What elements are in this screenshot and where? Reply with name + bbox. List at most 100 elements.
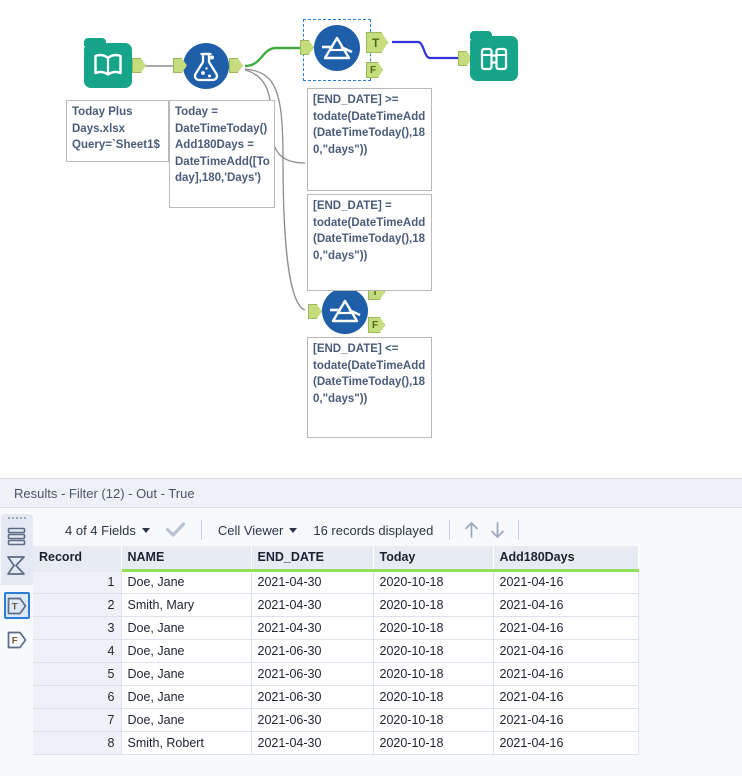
cell-value[interactable]: 2020-10-18: [373, 731, 494, 755]
apply-fields-button[interactable]: [158, 522, 193, 538]
scroll-up-button[interactable]: [458, 518, 484, 542]
filter-1-true-anchor[interactable]: T: [366, 32, 388, 53]
filter-tool-2[interactable]: T F: [308, 284, 385, 334]
cell-value[interactable]: 2020-10-18: [373, 708, 494, 732]
filter-1-false-anchor[interactable]: F: [366, 62, 383, 78]
grid-view-icon[interactable]: [4, 523, 30, 550]
cell-value[interactable]: 2021-04-16: [493, 593, 639, 617]
cell-value[interactable]: 2021-06-30: [251, 708, 374, 732]
cell-record[interactable]: 7: [33, 708, 122, 732]
scroll-down-button[interactable]: [484, 518, 510, 542]
cell-record[interactable]: 8: [33, 731, 122, 755]
column-header-record[interactable]: Record: [33, 546, 122, 572]
filter-tool-1[interactable]: T F: [300, 25, 388, 78]
cell-record[interactable]: 1: [33, 570, 122, 594]
cell-value[interactable]: 2021-04-16: [493, 570, 639, 594]
records-label: 16 records displayed: [313, 522, 434, 538]
cell-value[interactable]: 2021-06-30: [251, 662, 374, 686]
cell-value[interactable]: 2021-06-30: [251, 639, 374, 663]
cell-value[interactable]: 2020-10-18: [373, 570, 494, 594]
results-title-bar: Results - Filter (12) - Out - True: [0, 478, 742, 508]
results-grid-area: 4 of 4 Fields Cell Viewer 16 records dis…: [33, 508, 742, 776]
formula-icon: [183, 43, 229, 89]
cell-viewer-selector[interactable]: Cell Viewer: [210, 523, 306, 538]
filter-2-annotation: [END_DATE] = todate(DateTimeAdd(DateTime…: [307, 194, 432, 291]
cell-value[interactable]: 2020-10-18: [373, 662, 494, 686]
cell-value[interactable]: 2020-10-18: [373, 685, 494, 709]
cell-value[interactable]: 2021-04-16: [493, 685, 639, 709]
table-row[interactable]: 4 Doe, Jane 2021-06-30 2020-10-18 2021-04-16: [33, 639, 639, 663]
fields-selector[interactable]: 4 of 4 Fields: [57, 523, 158, 538]
cell-value[interactable]: 2021-04-30: [251, 593, 374, 617]
toolbar-divider: [449, 520, 451, 540]
filter-1-icon: [314, 25, 360, 71]
cell-value[interactable]: Doe, Jane: [121, 570, 252, 594]
column-header-name[interactable]: NAME: [121, 546, 252, 572]
table-row[interactable]: 8 Smith, Robert 2021-04-30 2020-10-18 2021-0…: [33, 731, 639, 755]
table-header-row: Record NAME END_DATE Today Add180Days: [33, 546, 639, 572]
true-output-anchor-button[interactable]: T: [3, 592, 30, 619]
svg-text:T: T: [11, 601, 17, 612]
cell-value[interactable]: 2020-10-18: [373, 616, 494, 640]
cell-value[interactable]: 2021-04-30: [251, 731, 374, 755]
cell-viewer-label: Cell Viewer: [217, 522, 284, 538]
arrow-down-icon: [490, 522, 504, 538]
cell-value[interactable]: Doe, Jane: [121, 639, 252, 663]
cell-value[interactable]: Smith, Robert: [121, 731, 252, 755]
cell-value[interactable]: 2021-04-16: [493, 662, 639, 686]
cell-value[interactable]: 2021-04-30: [251, 616, 374, 640]
input-anchor-icon[interactable]: [4, 552, 30, 579]
filter-2-false-anchor[interactable]: F: [368, 317, 385, 333]
cell-record[interactable]: 6: [33, 685, 122, 709]
browse-icon: [470, 31, 518, 81]
svg-text:F: F: [11, 635, 17, 646]
browse-tool[interactable]: [458, 31, 518, 81]
cell-value[interactable]: Doe, Jane: [121, 708, 252, 732]
cell-value[interactable]: 2021-06-30: [251, 685, 374, 709]
results-table[interactable]: Record NAME END_DATE Today Add180Days 1D…: [33, 546, 639, 755]
grid-icon: [7, 527, 26, 546]
drag-handle-dots[interactable]: [7, 517, 26, 519]
cell-value[interactable]: 2021-04-16: [493, 708, 639, 732]
column-header-end-date[interactable]: END_DATE: [251, 546, 374, 572]
toolbar-divider: [518, 520, 520, 540]
table-row[interactable]: 1 Doe, Jane 2021-04-30 2020-10-18 2021-04-16: [33, 570, 639, 594]
input-data-output-anchor[interactable]: [132, 58, 146, 73]
sigma-anchor-icon: [7, 556, 25, 575]
input-data-icon: [84, 38, 132, 88]
column-header-today[interactable]: Today: [373, 546, 494, 572]
cell-value[interactable]: 2021-04-16: [493, 731, 639, 755]
table-row[interactable]: 3 Doe, Jane 2021-04-30 2020-10-18 2021-04-16: [33, 616, 639, 640]
results-toolbar: 4 of 4 Fields Cell Viewer 16 records dis…: [33, 514, 742, 546]
cell-value[interactable]: Doe, Jane: [121, 662, 252, 686]
cell-record[interactable]: 5: [33, 662, 122, 686]
cell-record[interactable]: 2: [33, 593, 122, 617]
table-row[interactable]: 6 Doe, Jane 2021-06-30 2020-10-18 2021-04-16: [33, 685, 639, 709]
cell-record[interactable]: 3: [33, 616, 122, 640]
cell-value[interactable]: Doe, Jane: [121, 616, 252, 640]
false-output-anchor-button[interactable]: F: [4, 626, 30, 653]
formula-annotation: Today = DateTimeToday() Add180Days = Dat…: [169, 100, 275, 208]
cell-value[interactable]: 2021-04-16: [493, 639, 639, 663]
filter-2-input-anchor[interactable]: [308, 304, 322, 319]
cell-value[interactable]: 2020-10-18: [373, 593, 494, 617]
cell-value[interactable]: 2020-10-18: [373, 639, 494, 663]
cell-value[interactable]: Smith, Mary: [121, 593, 252, 617]
column-header-add180days[interactable]: Add180Days: [493, 546, 639, 572]
cell-value[interactable]: Doe, Jane: [121, 685, 252, 709]
table-row[interactable]: 2 Smith, Mary 2021-04-30 2020-10-18 2021-04-…: [33, 593, 639, 617]
formula-output-anchor[interactable]: [229, 58, 243, 73]
filter-3-annotation: [END_DATE] <= todate(DateTimeAdd(DateTim…: [307, 337, 432, 438]
table-row[interactable]: 5 Doe, Jane 2021-06-30 2020-10-18 2021-04-16: [33, 662, 639, 686]
input-data-tool[interactable]: [84, 38, 146, 88]
table-row[interactable]: 7 Doe, Jane 2021-06-30 2020-10-18 2021-04-16: [33, 708, 639, 732]
cell-record[interactable]: 4: [33, 639, 122, 663]
records-displayed: 16 records displayed: [305, 523, 441, 538]
formula-tool[interactable]: [173, 43, 243, 89]
checkmark-icon: [165, 522, 185, 537]
workflow-canvas[interactable]: T F T F Today Plus Days.xlsx Query=`Shee…: [0, 0, 742, 470]
cell-value[interactable]: 2021-04-16: [493, 616, 639, 640]
book-icon: [94, 54, 122, 77]
cell-value[interactable]: 2021-04-30: [251, 570, 374, 594]
table-body: 1 Doe, Jane 2021-04-30 2020-10-18 2021-04-16…: [33, 570, 639, 755]
